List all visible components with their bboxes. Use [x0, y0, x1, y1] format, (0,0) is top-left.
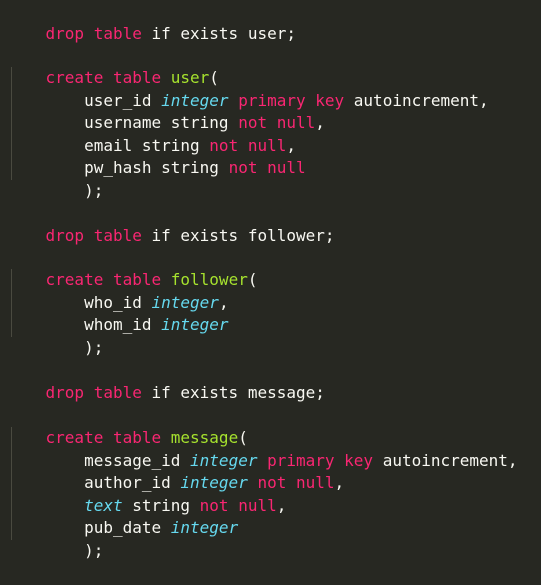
code-line[interactable]: whom_id integer: [7, 291, 229, 334]
code-line[interactable]: message_id integer primary key autoincre…: [7, 427, 518, 470]
code-line[interactable]: );: [7, 314, 103, 357]
code-line[interactable]: create table user(: [7, 44, 219, 87]
code-line[interactable]: username string not null,: [7, 89, 325, 132]
text-token: ,: [276, 495, 287, 515]
code-line[interactable]: email string not null,: [7, 112, 296, 155]
code-line[interactable]: author_id integer not null,: [7, 449, 344, 492]
keyword-token: drop table: [45, 23, 142, 43]
code-line[interactable]: );: [7, 157, 103, 200]
keyword-token: not null: [228, 157, 306, 177]
column-token: pw_hash string: [84, 157, 229, 177]
text-token: ,: [315, 112, 325, 132]
text-token: autoincrement,: [344, 90, 489, 110]
code-line[interactable]: drop table if exists follower;: [7, 202, 335, 245]
code-line[interactable]: text string not null,: [7, 472, 286, 515]
code-line[interactable]: drop table if exists user;: [7, 0, 296, 43]
text-token: );: [45, 337, 104, 357]
type-token: integer: [161, 314, 229, 334]
code-line[interactable]: pub_date integer: [7, 494, 238, 537]
code-line[interactable]: create table follower(: [7, 246, 258, 289]
code-line[interactable]: create table message(: [7, 404, 248, 447]
keyword-token: drop table: [45, 382, 142, 402]
type-token: integer: [170, 517, 239, 537]
code-line[interactable]: drop table if exists message;: [7, 359, 325, 402]
text-token: );: [45, 180, 104, 200]
text-token: if exists user;: [141, 23, 296, 43]
text-token: ,: [334, 472, 345, 492]
text-token: autoincrement,: [373, 450, 518, 470]
code-line[interactable]: pw_hash string not null: [7, 134, 306, 177]
text-token: );: [45, 540, 104, 560]
text-token: if exists follower;: [141, 225, 335, 245]
text-token: if exists message;: [141, 382, 325, 402]
keyword-token: drop table: [45, 225, 142, 245]
code-editor[interactable]: drop table if exists user; create table …: [0, 0, 541, 560]
text-token: (: [247, 269, 258, 289]
code-line[interactable]: user_id integer primary key autoincremen…: [7, 67, 489, 110]
code-line[interactable]: who_id integer,: [7, 269, 229, 312]
code-line[interactable]: );: [7, 517, 103, 560]
